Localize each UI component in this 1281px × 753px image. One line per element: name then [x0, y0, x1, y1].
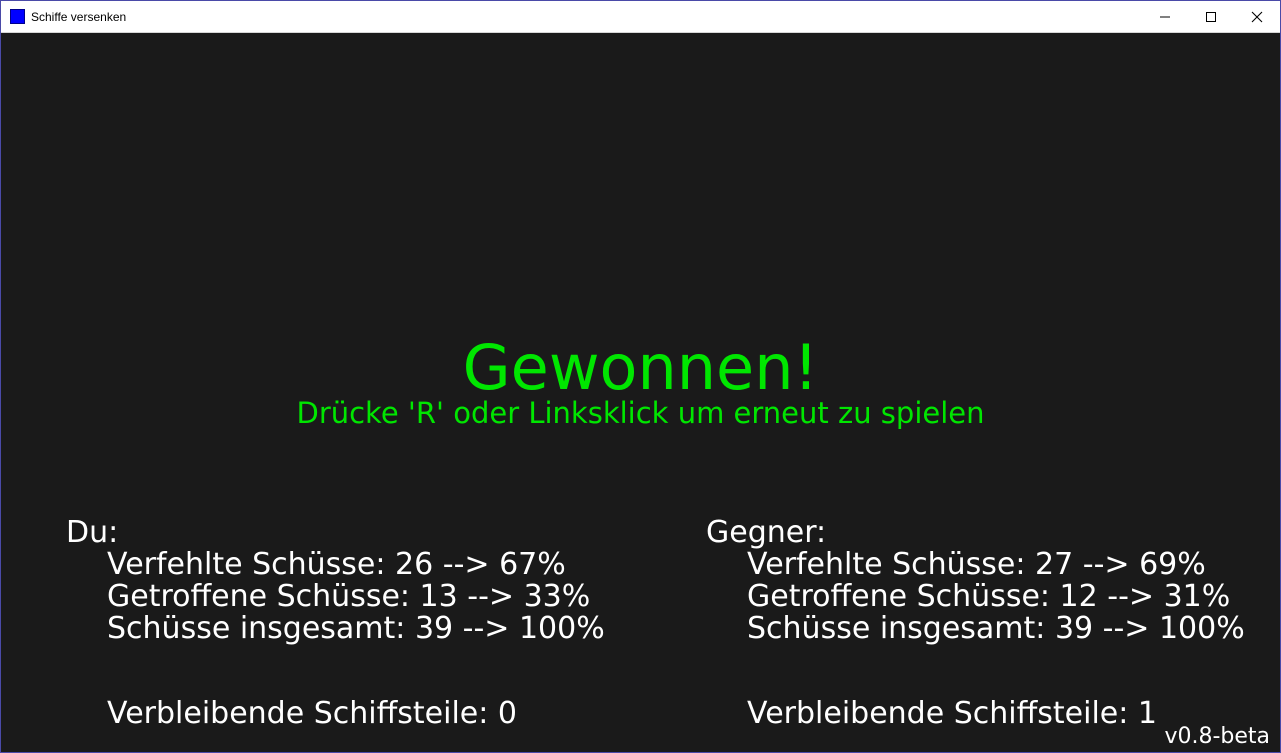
title-bar[interactable]: Schiffe versenken	[1, 1, 1280, 33]
player-total-shots: Schüsse insgesamt: 39 --> 100%	[107, 611, 605, 646]
minimize-icon	[1160, 16, 1170, 17]
opponent-remaining-ship-parts: Verbleibende Schiffsteile: 1	[747, 696, 1157, 731]
game-canvas[interactable]: Gewonnen! Drücke 'R' oder Linksklick um …	[1, 33, 1280, 752]
maximize-button[interactable]	[1188, 1, 1234, 32]
player-missed-shots: Verfehlte Schüsse: 26 --> 67%	[107, 547, 566, 582]
app-window: Schiffe versenken Gewonnen! Drücke 'R' o…	[0, 0, 1281, 753]
version-label: v0.8-beta	[1164, 724, 1270, 749]
player-hit-shots: Getroffene Schüsse: 13 --> 33%	[107, 579, 591, 614]
opponent-stats-heading: Gegner:	[706, 515, 827, 550]
minimize-button[interactable]	[1142, 1, 1188, 32]
app-icon	[10, 9, 25, 24]
close-button[interactable]	[1234, 1, 1280, 32]
player-stats-heading: Du:	[66, 515, 119, 550]
player-remaining-ship-parts: Verbleibende Schiffsteile: 0	[107, 696, 517, 731]
window-title: Schiffe versenken	[31, 10, 127, 24]
opponent-hit-shots: Getroffene Schüsse: 12 --> 31%	[747, 579, 1231, 614]
opponent-missed-shots: Verfehlte Schüsse: 27 --> 69%	[747, 547, 1206, 582]
maximize-icon	[1206, 11, 1216, 22]
opponent-total-shots: Schüsse insgesamt: 39 --> 100%	[747, 611, 1245, 646]
result-headline: Gewonnen!	[462, 331, 819, 404]
restart-hint: Drücke 'R' oder Linksklick um erneut zu …	[296, 396, 985, 430]
close-icon	[1251, 11, 1263, 22]
